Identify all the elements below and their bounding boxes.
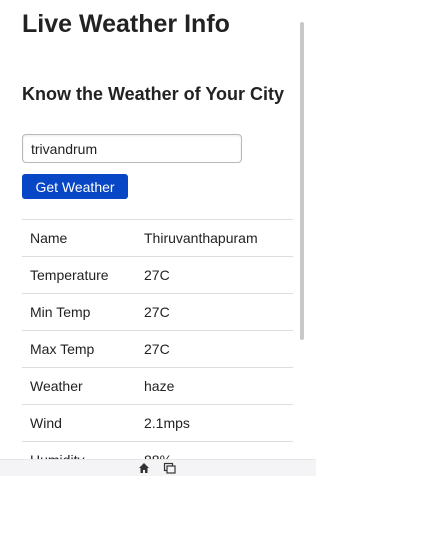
table-row: Min Temp 27C (22, 293, 293, 331)
weather-value: 27C (136, 330, 293, 368)
app-viewport: Live Weather Info Know the Weather of Yo… (0, 0, 316, 460)
city-search-input[interactable] (22, 134, 242, 163)
weather-value: Thiruvanthapuram (136, 219, 293, 257)
weather-label: Weather (22, 367, 136, 405)
weather-value: 2.1mps (136, 404, 293, 442)
weather-label: Name (22, 219, 136, 257)
get-weather-button[interactable]: Get Weather (22, 174, 128, 199)
table-row: Weather haze (22, 367, 293, 405)
page-title: Live Weather Info (22, 10, 230, 38)
table-row: Name Thiruvanthapuram (22, 219, 293, 257)
weather-table: Name Thiruvanthapuram Temperature 27C Mi… (22, 219, 293, 460)
weather-label: Max Temp (22, 330, 136, 368)
weather-value: 27C (136, 293, 293, 331)
page-subtitle: Know the Weather of Your City (22, 84, 285, 104)
table-row: Humidity 88% (22, 441, 293, 460)
table-row: Max Temp 27C (22, 330, 293, 368)
weather-label: Humidity (22, 441, 136, 460)
table-row: Temperature 27C (22, 256, 293, 294)
scrollbar[interactable] (300, 22, 304, 340)
weather-value: 27C (136, 256, 293, 294)
weather-label: Wind (22, 404, 136, 442)
weather-value: haze (136, 367, 293, 405)
weather-value: 88% (136, 441, 293, 460)
home-icon[interactable] (138, 462, 150, 474)
weather-label: Temperature (22, 256, 136, 294)
browser-bottom-bar (0, 459, 316, 476)
weather-label: Min Temp (22, 293, 136, 331)
tabs-icon[interactable] (163, 462, 176, 474)
table-row: Wind 2.1mps (22, 404, 293, 442)
